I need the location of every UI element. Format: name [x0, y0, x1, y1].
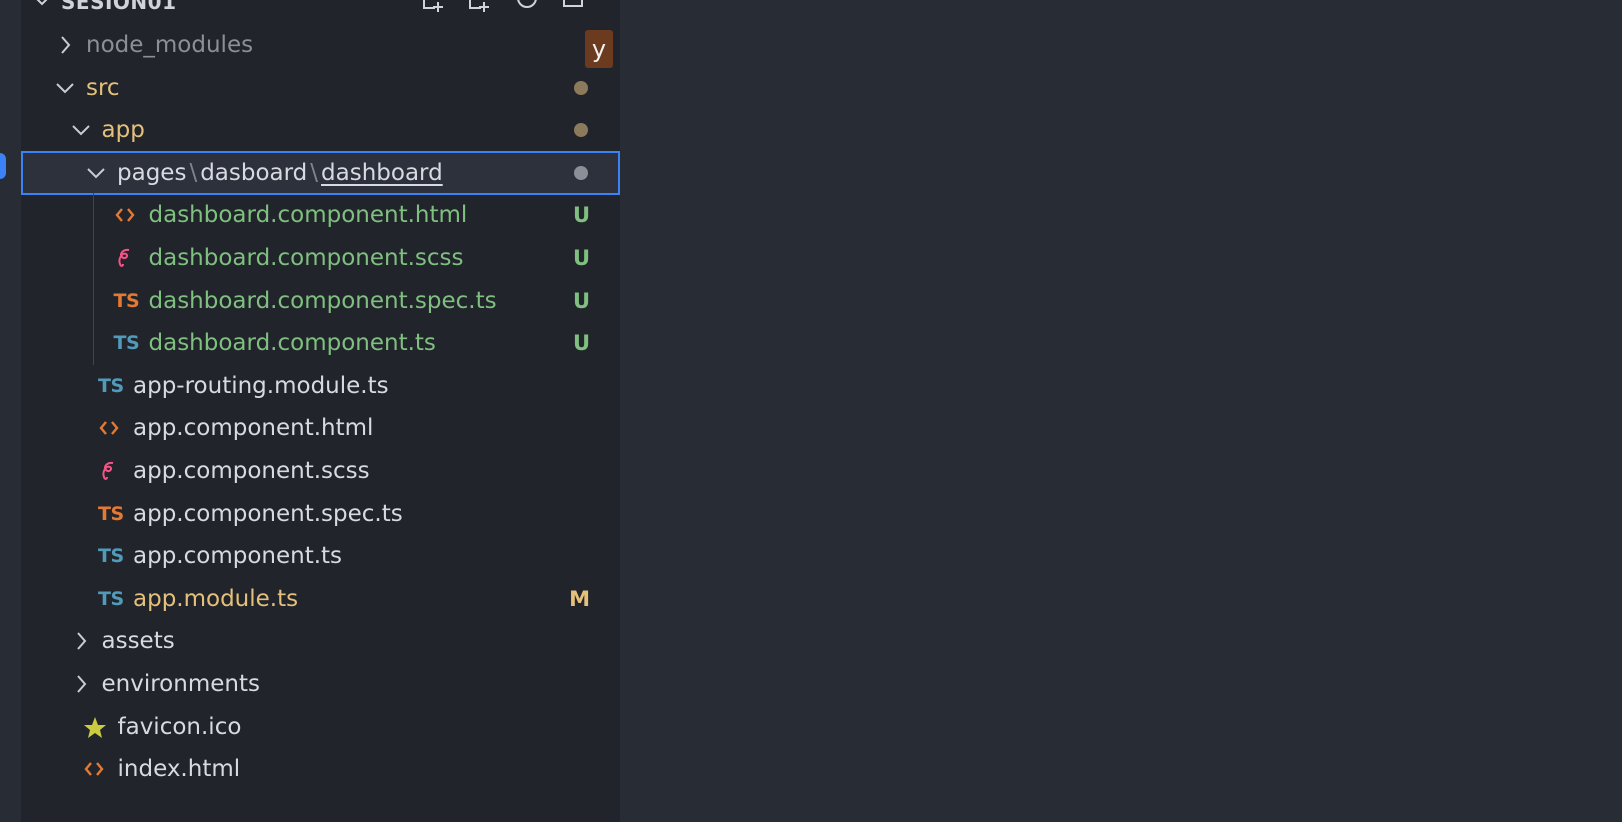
tree-file-row[interactable]: TS app.module.ts M [21, 577, 620, 621]
typescript-file-icon: TS [98, 587, 124, 610]
chevron-down-icon[interactable] [85, 162, 107, 184]
typescript-file-icon: TS [98, 374, 124, 397]
file-explorer: SESION01 node_modules src app pages \ dasboar… [21, 0, 620, 822]
file-name: app.component.spec.ts [133, 500, 403, 527]
tree-file-row[interactable]: favicon.ico [21, 705, 620, 749]
tree-folder-row[interactable]: pages \ dasboard \ dashboard [21, 150, 620, 195]
file-name: app.component.scss [133, 458, 370, 484]
compact-folder-label: pages \ dasboard \ dashboard [117, 159, 443, 187]
file-name: app.component.ts [133, 543, 343, 570]
typescript-spec-icon: TS [98, 502, 124, 525]
focus-indicator [0, 153, 6, 179]
indent-guide [93, 193, 94, 238]
file-name: dashboard.component.ts [148, 330, 436, 357]
explorer-section-header[interactable]: SESION01 [21, 0, 620, 22]
tree-folder-row[interactable]: assets [21, 619, 620, 663]
editor-area [620, 0, 1622, 822]
new-folder-icon[interactable] [467, 0, 493, 14]
folder-name: app [101, 117, 145, 144]
section-title: SESION01 [61, 0, 177, 14]
sass-file-icon [114, 247, 140, 269]
folder-name: src [86, 74, 120, 101]
new-file-icon[interactable] [421, 0, 447, 14]
file-name: app.module.ts [133, 585, 299, 612]
file-name: index.html [117, 756, 241, 783]
typescript-file-icon: TS [98, 545, 124, 568]
html-file-icon [98, 417, 124, 439]
indent-guide [93, 321, 94, 366]
git-status-badge: U [572, 331, 590, 356]
chevron-down-icon[interactable] [54, 77, 76, 99]
chevron-down-icon[interactable] [70, 119, 92, 141]
activity-bar-edge [0, 0, 21, 822]
chevron-right-icon[interactable] [70, 673, 92, 695]
path-segment[interactable]: dashboard [321, 160, 443, 186]
indent-guide [93, 236, 94, 280]
tree-file-row[interactable]: dashboard.component.scss U [21, 236, 620, 280]
tree-file-row[interactable]: app.component.scss [21, 449, 620, 493]
git-status-badge: U [572, 203, 590, 228]
tree-folder-row[interactable]: src [21, 66, 620, 110]
tree-file-row[interactable]: TS app.component.spec.ts [21, 492, 620, 536]
tree-folder-row[interactable]: app [21, 108, 620, 152]
change-indicator-dot [574, 165, 588, 180]
tree-folder-row[interactable]: environments [21, 662, 620, 706]
change-indicator-dot [574, 80, 588, 95]
chevron-right-icon[interactable] [70, 630, 92, 652]
tree-file-row[interactable]: TS dashboard.component.ts U [21, 321, 620, 366]
chevron-down-icon[interactable] [31, 0, 53, 12]
tree-file-row[interactable]: index.html [21, 747, 620, 791]
path-separator: \ [310, 159, 319, 186]
folder-name: node_modules [86, 32, 254, 58]
tree-file-row[interactable]: TS app-routing.module.ts [21, 364, 620, 408]
collapse-all-icon[interactable] [560, 0, 586, 14]
path-segment[interactable]: pages [117, 160, 186, 186]
refresh-icon[interactable] [514, 0, 540, 14]
tree-file-row[interactable]: app.component.html [21, 406, 620, 450]
star-icon [83, 716, 109, 738]
decoration-chip: y [585, 30, 613, 68]
chevron-right-icon[interactable] [54, 34, 76, 56]
path-segment[interactable]: dasboard [200, 160, 307, 186]
typescript-file-icon: TS [113, 332, 140, 355]
file-name: dashboard.component.scss [148, 245, 464, 271]
git-status-badge: M [569, 586, 590, 611]
git-status-badge: U [572, 288, 590, 313]
typescript-spec-icon: TS [113, 289, 140, 312]
indent-guide [93, 278, 94, 323]
file-name: dashboard.component.spec.ts [148, 287, 497, 314]
file-name: app.component.html [133, 415, 374, 442]
sass-file-icon [98, 460, 124, 482]
folder-name: environments [101, 671, 260, 697]
path-separator: \ [189, 159, 198, 186]
file-name: favicon.ico [117, 713, 242, 740]
git-status-badge: U [572, 246, 590, 270]
file-name: app-routing.module.ts [133, 372, 389, 399]
change-indicator-dot [574, 123, 588, 138]
file-name: dashboard.component.html [148, 202, 468, 229]
tree-file-row[interactable]: TS dashboard.component.spec.ts U [21, 278, 620, 323]
html-file-icon [83, 758, 109, 780]
html-file-icon [114, 204, 140, 226]
tree-file-row[interactable]: dashboard.component.html U [21, 193, 620, 238]
tree-folder-row[interactable]: node_modules [21, 23, 620, 67]
folder-name: assets [101, 628, 175, 655]
tree-file-row[interactable]: TS app.component.ts [21, 534, 620, 578]
